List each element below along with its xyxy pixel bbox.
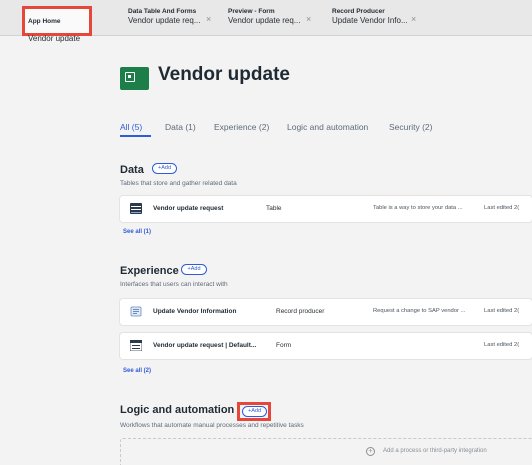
section-title-data: Data: [120, 164, 144, 176]
form-icon: [130, 340, 142, 351]
section-subtitle-data: Tables that store and gather related dat…: [120, 180, 237, 187]
tab-record-producer[interactable]: Record Producer Update Vendor Info... ×: [332, 8, 432, 34]
filter-all[interactable]: All (5): [120, 122, 142, 132]
item-type: Table: [266, 205, 282, 212]
tab-title: Preview - Form: [228, 8, 275, 15]
filter-logic-automation[interactable]: Logic and automation: [287, 122, 368, 132]
list-item-vendor-update-request-form[interactable]: Vendor update request | Default... Form …: [120, 333, 532, 359]
tab-app-home-title: App Home: [28, 18, 61, 25]
app-icon: [120, 67, 149, 90]
tab-app-home[interactable]: App Home Vendor update: [22, 6, 92, 43]
item-name: Vendor update request | Default...: [153, 342, 257, 349]
close-icon[interactable]: ×: [206, 14, 211, 24]
active-filter-underline: [120, 135, 151, 137]
add-process-text: Add a process or third-party integration: [383, 448, 487, 454]
tab-subtitle: Vendor update req...: [128, 16, 201, 25]
item-last-edited: Last edited 2(: [484, 308, 520, 314]
list-item-vendor-update-request[interactable]: Vendor update request Table Table is a w…: [120, 196, 532, 222]
filter-experience[interactable]: Experience (2): [214, 122, 269, 132]
tab-title: Record Producer: [332, 8, 385, 15]
plus-circle-icon: +: [366, 447, 375, 456]
section-subtitle-experience: Interfaces that users can interact with: [120, 281, 228, 288]
tab-bar: App Home Vendor update Data Table And Fo…: [0, 0, 532, 43]
close-icon[interactable]: ×: [411, 14, 416, 24]
section-title-experience: Experience: [120, 265, 179, 277]
section-subtitle-logic-automation: Workflows that automate manual processes…: [120, 422, 304, 429]
tab-data-table-forms[interactable]: Data Table And Forms Vendor update req..…: [128, 8, 218, 34]
item-description: Request a change to SAP vendor ...: [373, 308, 466, 314]
section-title-logic-automation: Logic and automation: [120, 404, 235, 416]
list-item-update-vendor-information[interactable]: Update Vendor Information Record produce…: [120, 299, 532, 325]
item-type: Form: [276, 342, 292, 349]
item-last-edited: Last edited 2(: [484, 342, 520, 348]
page-title: Vendor update: [158, 64, 290, 85]
add-experience-button[interactable]: +Add: [181, 264, 207, 275]
tab-title: Data Table And Forms: [128, 8, 197, 15]
tab-subtitle: Update Vendor Info...: [332, 16, 408, 25]
filter-data[interactable]: Data (1): [165, 122, 196, 132]
item-type: Record producer: [276, 308, 325, 315]
see-all-data-link[interactable]: See all (1): [123, 229, 151, 235]
add-process-dropzone[interactable]: + Add a process or third-party integrati…: [120, 438, 532, 465]
add-data-button[interactable]: +Add: [152, 163, 177, 174]
item-description: Table is a way to store your data ...: [373, 205, 463, 211]
tab-preview-form[interactable]: Preview - Form Vendor update req... ×: [228, 8, 318, 34]
tab-subtitle: Vendor update req...: [228, 16, 301, 25]
tab-app-home-subtitle: Vendor update: [28, 34, 81, 43]
see-all-experience-link[interactable]: See all (2): [123, 368, 151, 374]
table-icon: [130, 203, 142, 214]
item-name: Update Vendor Information: [153, 308, 237, 315]
filter-security[interactable]: Security (2): [389, 122, 432, 132]
item-last-edited: Last edited 2(: [484, 205, 520, 211]
add-logic-automation-button[interactable]: +Add: [242, 406, 267, 417]
close-icon[interactable]: ×: [306, 14, 311, 24]
record-producer-icon: [130, 306, 142, 317]
item-name: Vendor update request: [153, 205, 224, 212]
